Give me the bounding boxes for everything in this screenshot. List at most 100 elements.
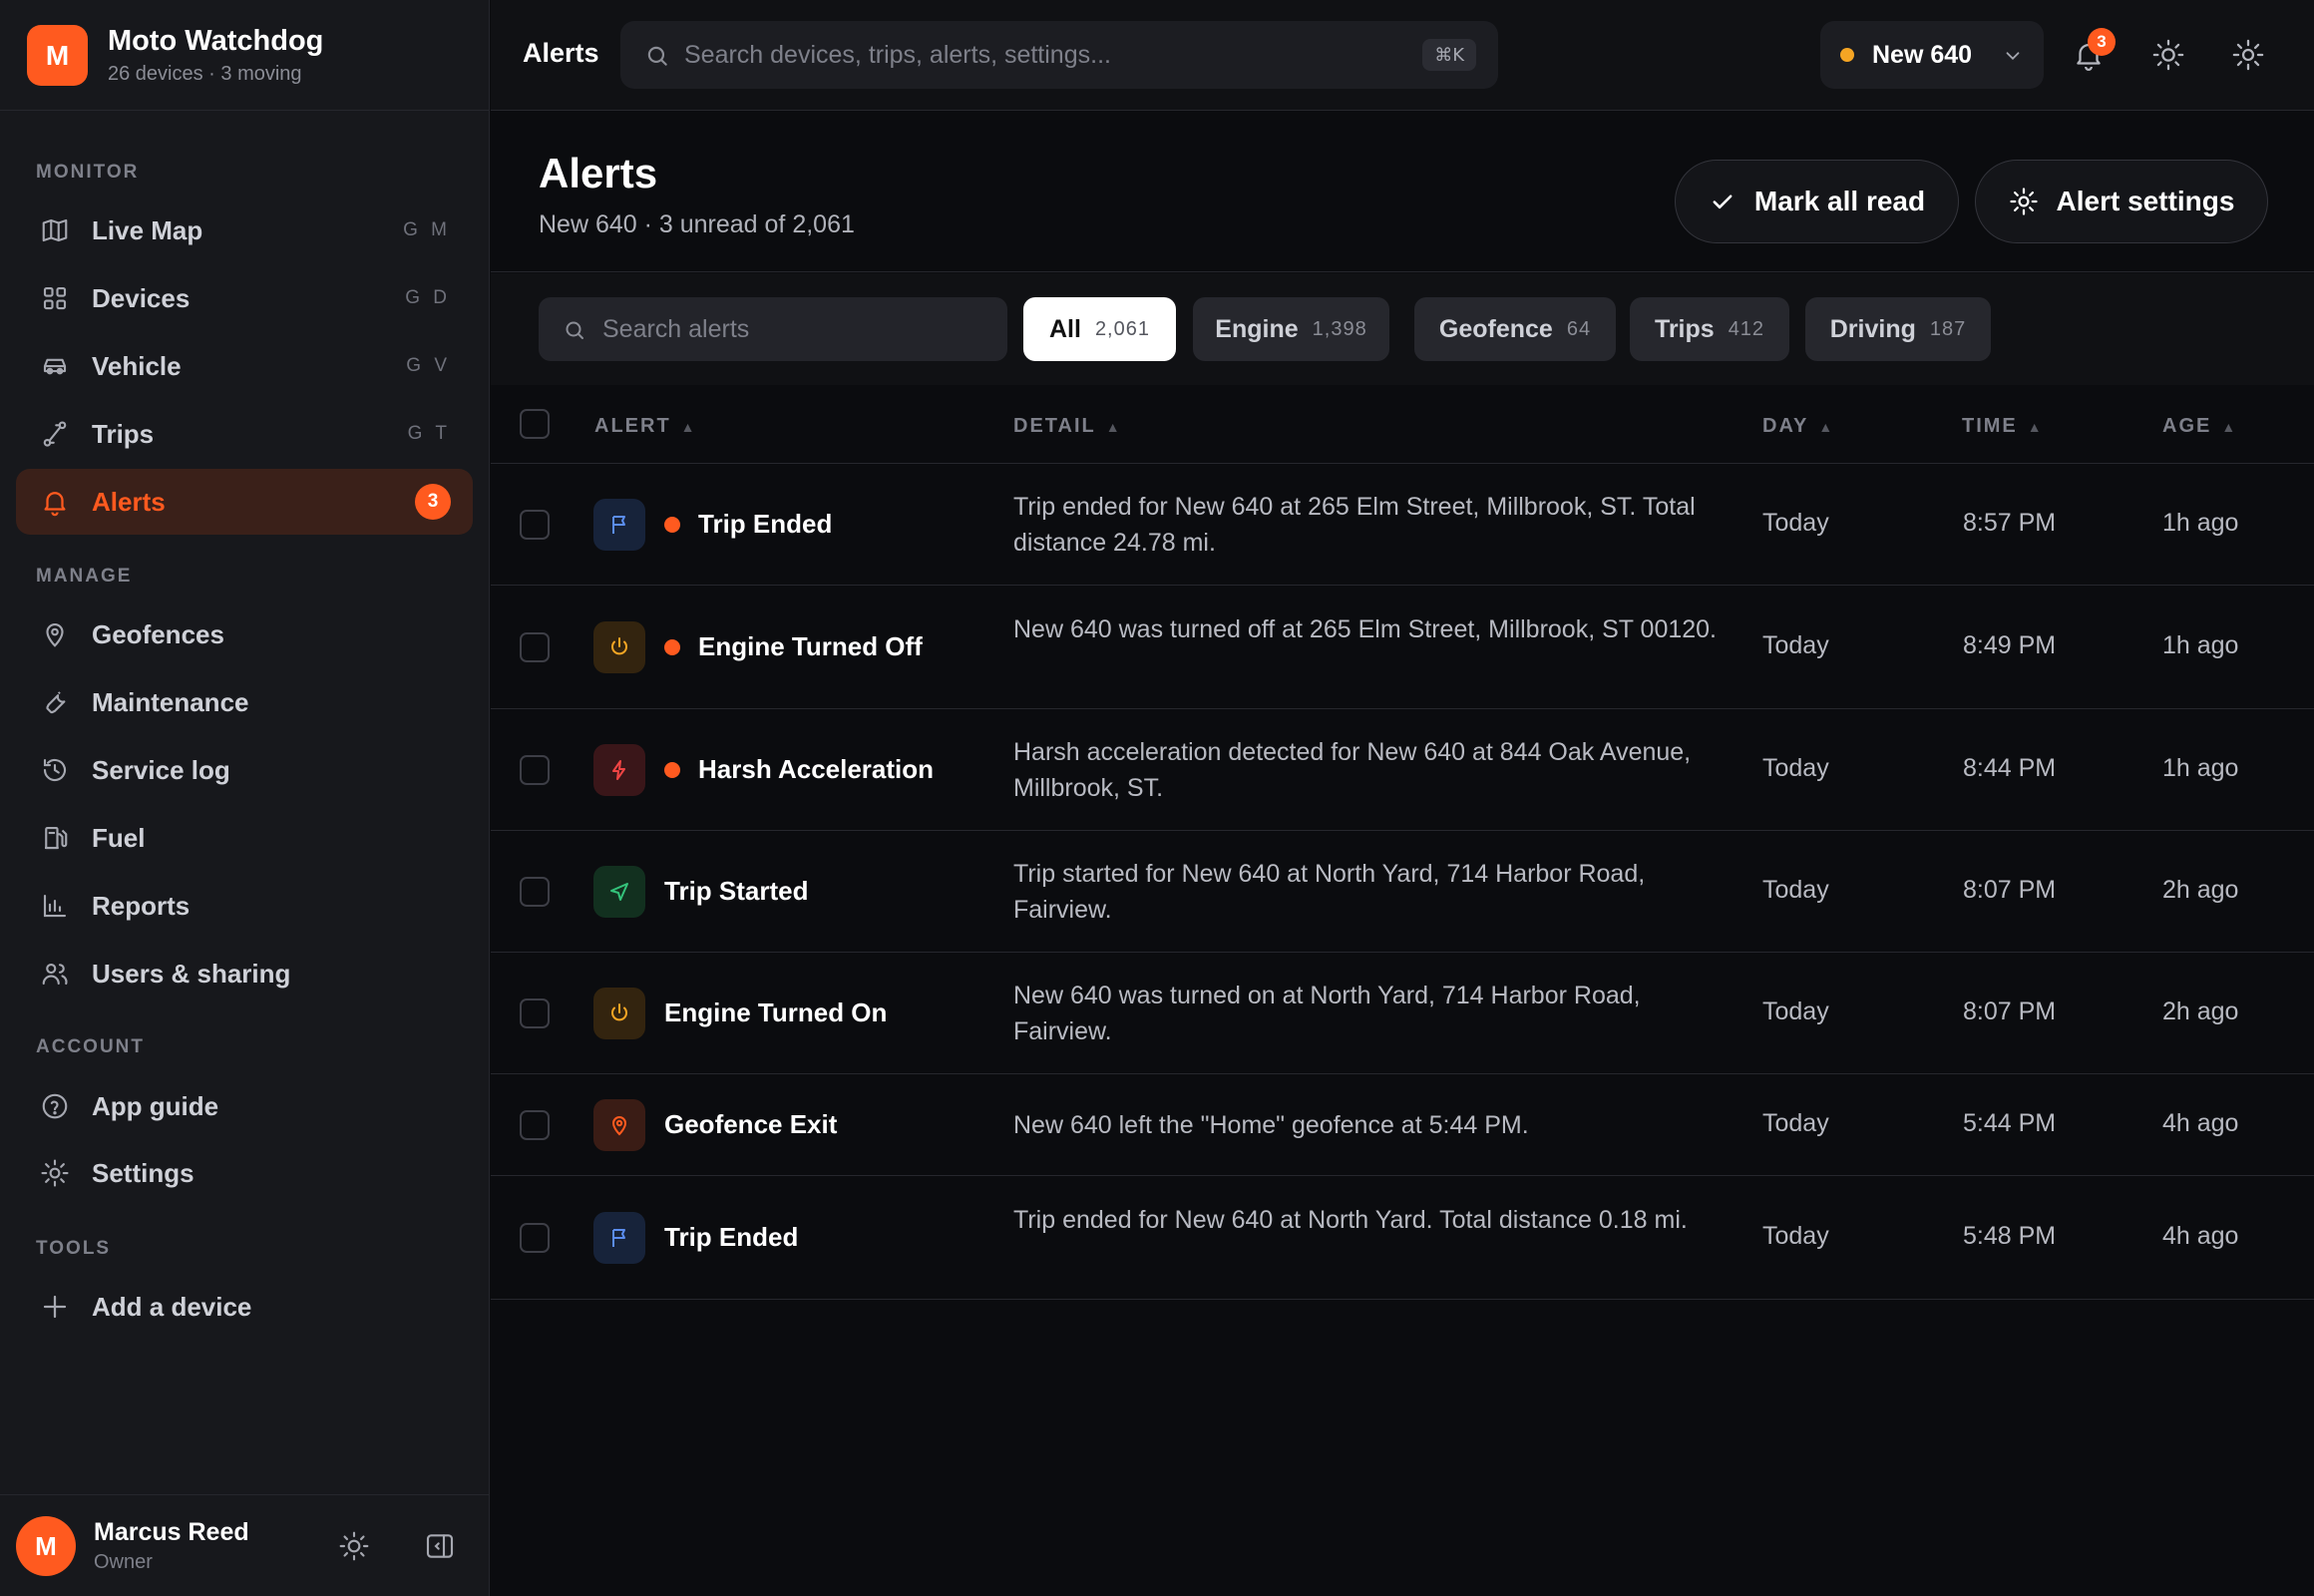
sidebar-item-reports[interactable]: Reports — [16, 873, 473, 939]
column-header-alert[interactable]: ALERT ▲ — [594, 415, 697, 438]
alert-detail: Trip started for New 640 at North Yard, … — [1013, 860, 1646, 924]
sidebar-item-label: Geofences — [92, 618, 224, 649]
gear-icon — [2232, 39, 2264, 71]
column-label: AGE — [2162, 415, 2212, 437]
nav-section-monitor: MONITOR — [36, 162, 140, 183]
theme-toggle-button[interactable] — [336, 1528, 372, 1564]
avatar[interactable]: M — [16, 1516, 76, 1576]
sidebar-item-app-guide[interactable]: App guide — [16, 1073, 473, 1139]
alert-day: Today — [1762, 998, 1829, 1025]
collapse-sidebar-button[interactable] — [422, 1528, 458, 1564]
flag-icon — [593, 1212, 645, 1264]
bar-chart-icon — [38, 889, 72, 923]
chip-label: Engine — [1215, 314, 1299, 343]
alert-day: Today — [1762, 1109, 1829, 1137]
power-icon — [593, 988, 645, 1039]
sidebar-item-trips[interactable]: Trips G T — [16, 401, 473, 467]
alert-search[interactable] — [539, 297, 1007, 361]
alert-age: 4h ago — [2162, 1222, 2239, 1250]
alert-detail: Harsh acceleration detected for New 640 … — [1013, 738, 1692, 802]
sidebar-item-live-map[interactable]: Live Map G M — [16, 198, 473, 263]
alert-name: Engine Turned Off — [698, 631, 923, 661]
table-row[interactable]: Trip Ended Trip ended for New 640 at 265… — [491, 465, 2314, 586]
column-label: DETAIL — [1013, 415, 1096, 437]
alert-settings-label: Alert settings — [2056, 186, 2235, 216]
sidebar-item-settings[interactable]: Settings — [16, 1140, 473, 1206]
sidebar-item-fuel[interactable]: Fuel — [16, 805, 473, 871]
row-checkbox[interactable] — [520, 998, 550, 1028]
alert-day: Today — [1762, 1222, 1829, 1250]
map-icon — [38, 213, 72, 247]
sidebar-item-label: Trips — [92, 418, 155, 449]
alert-settings-button[interactable]: Alert settings — [1975, 160, 2268, 243]
device-selector[interactable]: New 640 — [1820, 21, 2044, 89]
pin-icon — [593, 1099, 645, 1151]
route-icon — [38, 417, 72, 451]
alert-detail: Trip ended for New 640 at North Yard. To… — [1013, 1206, 1688, 1234]
table-row[interactable]: Engine Turned Off New 640 was turned off… — [491, 587, 2314, 709]
row-checkbox[interactable] — [520, 1110, 550, 1140]
column-header-age[interactable]: AGE ▲ — [2162, 415, 2237, 438]
table-row[interactable]: Harsh Acceleration Harsh acceleration de… — [491, 710, 2314, 831]
chip-label: Trips — [1654, 314, 1715, 343]
sidebar-item-users-sharing[interactable]: Users & sharing — [16, 941, 473, 1006]
mark-all-read-button[interactable]: Mark all read — [1675, 160, 1959, 243]
sidebar-item-alerts[interactable]: Alerts 3 — [16, 469, 473, 535]
user-name: Marcus Reed — [94, 1518, 249, 1546]
table-header: ALERT ▲ DETAIL ▲ DAY ▲ TIME ▲ AGE ▲ — [491, 385, 2314, 464]
wrench-icon — [38, 685, 72, 719]
filter-bar: All 2,061 Engine 1,398 Geofence 64 Trips… — [491, 273, 2314, 385]
row-checkbox[interactable] — [520, 510, 550, 540]
sidebar: M Moto Watchdog 26 devices · 3 moving MO… — [0, 0, 490, 1596]
alert-name: Trip Ended — [698, 509, 833, 539]
alert-name: Geofence Exit — [664, 1109, 838, 1139]
settings-button[interactable] — [2230, 37, 2266, 73]
row-checkbox[interactable] — [520, 1223, 550, 1253]
alert-detail: Trip ended for New 640 at 265 Elm Street… — [1013, 493, 1696, 557]
sidebar-item-label: Settings — [92, 1157, 194, 1188]
table-row[interactable]: Trip Ended Trip ended for New 640 at Nor… — [491, 1177, 2314, 1300]
sidebar-item-devices[interactable]: Devices G D — [16, 265, 473, 331]
filter-chip-driving[interactable]: Driving 187 — [1805, 297, 1991, 361]
alert-name: Engine Turned On — [664, 998, 888, 1027]
sidebar-item-label: Vehicle — [92, 350, 182, 381]
sidebar-item-add-device[interactable]: Add a device — [16, 1274, 473, 1340]
alert-search-input[interactable] — [602, 297, 991, 361]
filter-chip-geofence[interactable]: Geofence 64 — [1414, 297, 1616, 361]
filter-chip-engine[interactable]: Engine 1,398 — [1193, 297, 1389, 361]
select-all-checkbox[interactable] — [520, 409, 550, 439]
alert-age: 1h ago — [2162, 509, 2239, 537]
shortcut-hint: G D — [405, 287, 451, 308]
sidebar-collapse-icon — [426, 1534, 454, 1558]
row-checkbox[interactable] — [520, 877, 550, 907]
sidebar-item-vehicle[interactable]: Vehicle G V — [16, 333, 473, 399]
chip-label: Geofence — [1438, 314, 1553, 343]
filter-chip-all[interactable]: All 2,061 — [1023, 297, 1176, 361]
table-row[interactable]: Engine Turned On New 640 was turned on a… — [491, 954, 2314, 1074]
sidebar-item-label: Live Map — [92, 214, 203, 245]
column-header-day[interactable]: DAY ▲ — [1762, 415, 1834, 438]
unread-dot — [664, 762, 680, 778]
global-search-input[interactable] — [684, 21, 1382, 89]
row-checkbox[interactable] — [520, 755, 550, 785]
pin-icon — [38, 617, 72, 651]
search-icon — [563, 318, 586, 342]
global-search[interactable]: ⌘K — [620, 21, 1498, 89]
brand: M Moto Watchdog 26 devices · 3 moving — [0, 0, 490, 111]
brand-logo[interactable]: M — [27, 25, 88, 86]
table-row[interactable]: Geofence Exit New 640 left the "Home" ge… — [491, 1075, 2314, 1176]
sidebar-item-label: Add a device — [92, 1291, 252, 1322]
filter-chip-trips[interactable]: Trips 412 — [1630, 297, 1789, 361]
sidebar-item-service-log[interactable]: Service log — [16, 737, 473, 803]
sidebar-item-maintenance[interactable]: Maintenance — [16, 669, 473, 735]
theme-button[interactable] — [2150, 37, 2186, 73]
alerts-count-badge: 3 — [415, 484, 451, 520]
column-header-time[interactable]: TIME ▲ — [1962, 415, 2044, 438]
sort-arrow-icon: ▲ — [680, 418, 697, 435]
sort-arrow-icon: ▲ — [2221, 418, 2238, 435]
table-row[interactable]: Trip Started Trip started for New 640 at… — [491, 832, 2314, 953]
alert-day: Today — [1762, 631, 1829, 659]
row-checkbox[interactable] — [520, 632, 550, 662]
column-header-detail[interactable]: DETAIL ▲ — [1013, 415, 1122, 438]
sidebar-item-geofences[interactable]: Geofences — [16, 601, 473, 667]
